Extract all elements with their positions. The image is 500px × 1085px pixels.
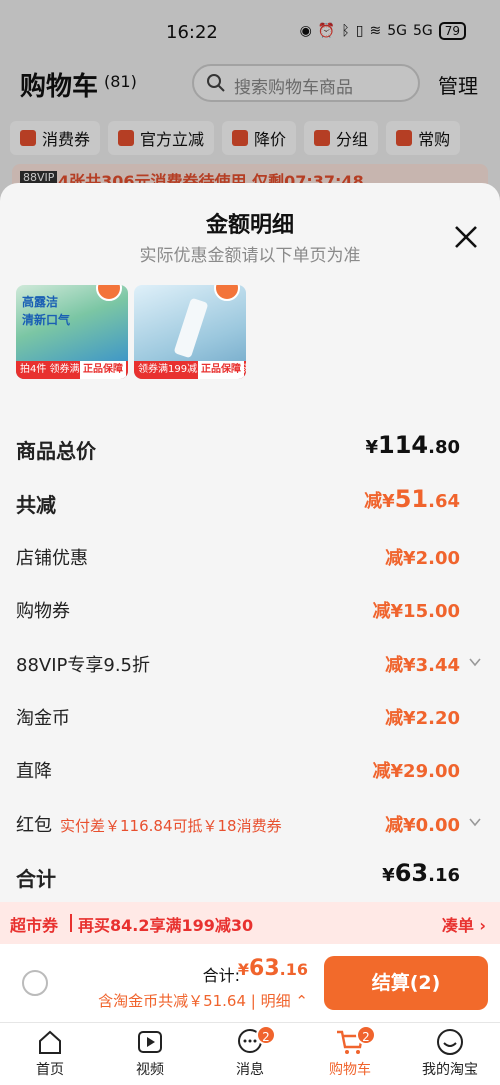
row-shopping-coupon: 购物券 减¥15.00 <box>0 591 500 631</box>
value-int: 51 <box>394 485 429 513</box>
authentic-badge: 正品保障 <box>198 361 244 379</box>
row-value: 减¥2.00 <box>385 548 460 569</box>
row-label: 购物券 <box>16 601 70 622</box>
tab-label: 视频 <box>136 1062 164 1078</box>
message-badge: 2 <box>256 1025 276 1045</box>
add-items-link[interactable]: 凑单 › <box>442 912 486 936</box>
row-label: 共减 <box>16 493 56 517</box>
product-thumbnail[interactable]: 高露洁 清新口气 拍4件 领券满199减30 正品保障 <box>16 285 128 379</box>
bottom-tab-bar: 首页 视频 2 消息 2 购物车 我的淘宝 <box>0 1022 500 1085</box>
checkout-button[interactable]: 结算(2) <box>324 956 488 1010</box>
product-tag: 领券满199减30 不含毒蒸成分正品保障 <box>134 361 246 379</box>
video-icon <box>138 1031 162 1053</box>
row-store-discount: 店铺优惠 减¥2.00 <box>0 538 500 578</box>
saving-info[interactable]: 含淘金币共减￥51.64 | 明细 ⌃ <box>98 990 308 1011</box>
strip-coupon-label: 超市券 <box>10 916 59 935</box>
row-taojinbi: 淘金币 减¥2.20 <box>0 698 500 738</box>
product-brand: 高露洁 <box>22 295 59 309</box>
row-total-discount: 共减 减¥51.64 <box>0 485 500 525</box>
total-label: 合计: <box>202 966 240 985</box>
row-subtotal: 商品总价 ¥114.80 <box>0 431 500 471</box>
row-label: 直降 <box>16 761 52 782</box>
row-grand-total: 合计 ¥63.16 <box>0 859 500 899</box>
row-label: 红包 实付差￥116.84可抵￥18消费券 <box>16 811 282 837</box>
tab-my-taobao[interactable]: 我的淘宝 <box>400 1027 500 1079</box>
row-value: 减¥0.00 <box>385 815 460 836</box>
row-value: 减¥3.44 <box>385 655 460 676</box>
row-value: 减¥15.00 <box>372 601 460 622</box>
row-direct-drop: 直降 减¥29.00 <box>0 751 500 791</box>
total-value: ¥63.16 <box>238 956 308 981</box>
detail-toggle[interactable]: 明细 <box>261 992 291 1010</box>
sheet-subtitle: 实际优惠金额请以下单页为准 <box>139 246 361 266</box>
row-value: 减¥2.20 <box>385 708 460 729</box>
row-red-packet[interactable]: 红包 实付差￥116.84可抵￥18消费券 减¥0.00 <box>0 805 500 845</box>
add-items-label: 凑单 <box>441 916 474 935</box>
total-prefix: ¥ <box>237 960 250 979</box>
row-label: 淘金币 <box>16 708 70 729</box>
sheet-title: 金额明细 <box>205 213 294 238</box>
chevron-up-icon: ⌃ <box>295 992 308 1010</box>
row-value: ¥63.16 <box>382 859 460 887</box>
row-value: ¥114.80 <box>365 431 460 459</box>
chevron-right-icon: › <box>479 916 486 935</box>
cart-badge: 2 <box>356 1025 376 1045</box>
product-image <box>173 297 209 359</box>
home-icon <box>39 1030 61 1054</box>
value-prefix: ¥ <box>365 437 378 458</box>
tab-video[interactable]: 视频 <box>100 1027 200 1079</box>
row-value: 减¥29.00 <box>372 761 460 782</box>
row-vip-discount[interactable]: 88VIP专享9.5折 减¥3.44 <box>0 645 500 685</box>
row-label: 店铺优惠 <box>16 548 88 569</box>
tab-label: 我的淘宝 <box>422 1062 478 1078</box>
supermarket-coupon-strip[interactable]: 超市券 再买84.2享满199减30 凑单 › <box>0 902 500 944</box>
authentic-badge: 正品保障 <box>80 361 126 379</box>
chevron-down-icon[interactable] <box>468 815 482 829</box>
row-label-text: 红包 <box>16 815 52 836</box>
value-int: 114 <box>378 431 429 459</box>
row-label: 商品总价 <box>16 439 96 463</box>
tab-label: 首页 <box>36 1062 64 1078</box>
close-icon[interactable] <box>452 223 480 251</box>
value-prefix: 减¥ <box>364 491 395 512</box>
check-icon <box>214 285 240 301</box>
strip-offer: 再买84.2享满199减30 <box>78 916 254 935</box>
row-label: 88VIP专享9.5折 <box>16 655 151 676</box>
strip-divider <box>70 914 72 932</box>
chevron-down-icon[interactable] <box>468 655 482 669</box>
value-dec: .64 <box>428 491 460 512</box>
product-thumbnail[interactable]: 领券满199减30 不含毒蒸成分正品保障 <box>134 285 246 379</box>
row-label: 合计 <box>16 867 56 891</box>
tab-message[interactable]: 2 消息 <box>200 1025 300 1079</box>
check-icon <box>96 285 122 301</box>
select-all-checkbox[interactable] <box>22 970 48 996</box>
value-int: 63 <box>394 859 429 887</box>
tab-label: 消息 <box>236 1062 264 1078</box>
total-int: 63 <box>249 956 280 981</box>
product-tag: 拍4件 领券满199减30 正品保障 <box>16 361 128 379</box>
value-dec: .16 <box>428 865 460 886</box>
tab-home[interactable]: 首页 <box>0 1027 100 1079</box>
row-note: 实付差￥116.84可抵￥18消费券 <box>60 817 282 835</box>
value-prefix: ¥ <box>382 865 395 886</box>
tab-label: 购物车 <box>329 1062 371 1078</box>
total-dec: .16 <box>279 960 308 979</box>
tab-cart[interactable]: 2 购物车 <box>300 1025 400 1079</box>
product-caption: 清新口气 <box>22 313 71 327</box>
saving-text: 含淘金币共减￥51.64 <box>98 992 247 1010</box>
row-value: 减¥51.64 <box>364 485 460 513</box>
value-dec: .80 <box>428 437 460 458</box>
checkout-bar: 合计: ¥63.16 含淘金币共减￥51.64 | 明细 ⌃ 结算(2) <box>0 944 500 1022</box>
profile-icon <box>437 1029 463 1055</box>
